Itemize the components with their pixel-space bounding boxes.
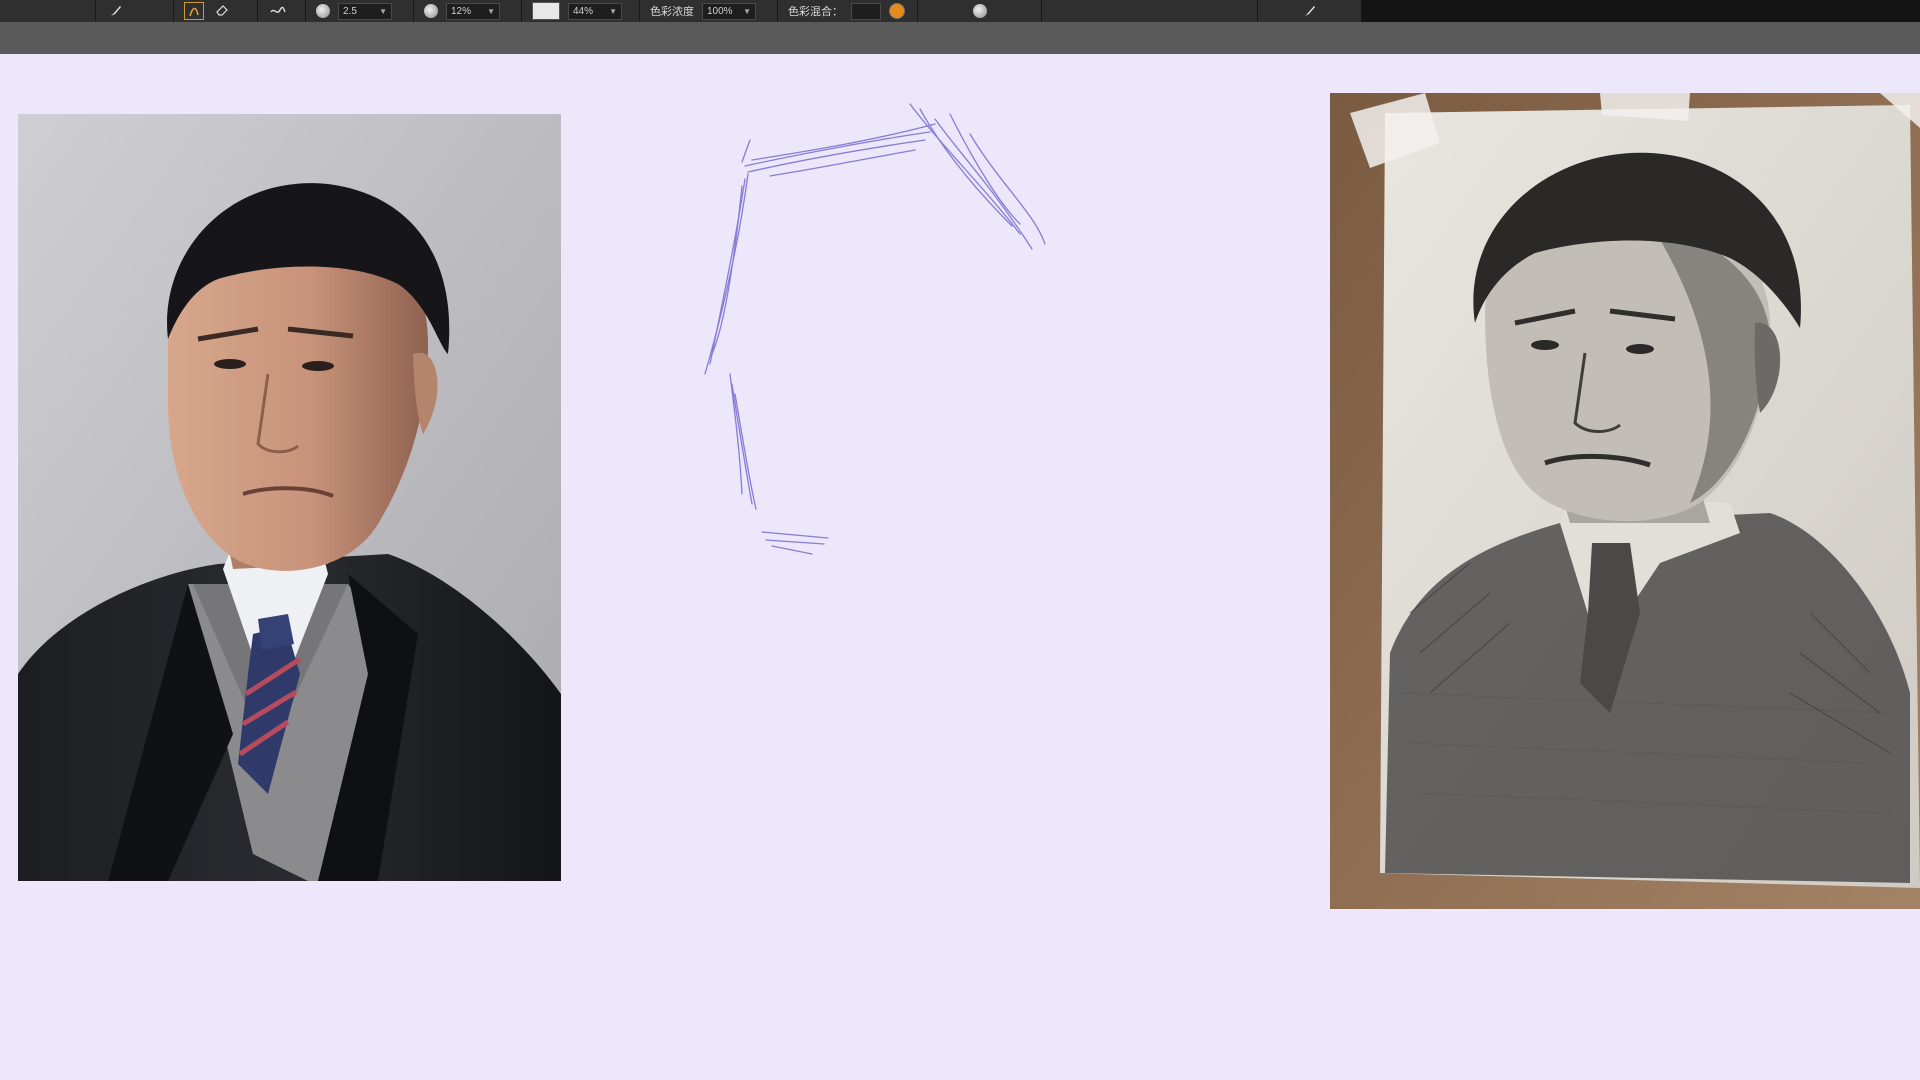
toolbar-empty-section — [1042, 0, 1258, 22]
secondary-brush-group — [1258, 0, 1362, 22]
brush-texture-swatch[interactable] — [532, 2, 560, 20]
brush-size-field[interactable]: 2.5 ▼ — [338, 2, 392, 20]
stroke-smoothing-icon[interactable] — [268, 2, 288, 20]
opacity-field[interactable]: 12% ▼ — [446, 2, 500, 20]
opacity-value: 12% — [451, 5, 472, 17]
blend-group — [918, 0, 1042, 22]
drawing-canvas[interactable] — [0, 54, 1920, 1080]
density-group: 44% ▼ — [522, 0, 640, 22]
color-mix-group: 色彩混合： — [778, 0, 918, 22]
color-density-value: 100% — [707, 5, 733, 17]
options-bar — [0, 22, 1920, 54]
chevron-down-icon[interactable]: ▼ — [609, 4, 617, 19]
painting-app-window: 2.5 ▼ 12% ▼ 44% ▼ 色彩浓度 100% ▼ 色彩混合： — [0, 0, 1920, 1080]
brush-icon[interactable] — [1300, 2, 1320, 20]
pen-mode-group — [174, 0, 258, 22]
chevron-down-icon[interactable]: ▼ — [379, 4, 387, 19]
density-value: 44% — [573, 5, 594, 17]
color-density-group: 色彩浓度 100% ▼ — [640, 0, 778, 22]
color-picker-icon[interactable] — [889, 3, 905, 19]
color-mix-field[interactable] — [851, 2, 881, 20]
pen-pressure-icon[interactable] — [184, 2, 204, 20]
brush-icon[interactable] — [106, 2, 126, 20]
color-density-label: 色彩浓度 — [650, 6, 694, 18]
toolbar-spacer — [0, 0, 96, 22]
brush-toolbar: 2.5 ▼ 12% ▼ 44% ▼ 色彩浓度 100% ▼ 色彩混合： — [0, 0, 1920, 22]
color-mix-label: 色彩混合： — [788, 6, 843, 18]
chevron-down-icon[interactable]: ▼ — [743, 4, 751, 19]
toolbar-filler — [1362, 0, 1920, 22]
eraser-icon[interactable] — [212, 2, 232, 20]
color-density-field[interactable]: 100% ▼ — [702, 2, 756, 20]
brush-size-value: 2.5 — [343, 5, 357, 17]
opacity-group: 12% ▼ — [414, 0, 522, 22]
smoothing-group — [258, 0, 306, 22]
opacity-icon[interactable] — [424, 4, 438, 18]
blend-knob-icon[interactable] — [972, 4, 987, 18]
brush-size-group: 2.5 ▼ — [306, 0, 414, 22]
density-field[interactable]: 44% ▼ — [568, 2, 622, 20]
brush-size-icon[interactable] — [316, 4, 330, 18]
brush-tool-group — [96, 0, 174, 22]
chevron-down-icon[interactable]: ▼ — [487, 4, 495, 19]
charcoal-drawing-reference — [1330, 93, 1920, 909]
reference-photo — [18, 114, 561, 881]
